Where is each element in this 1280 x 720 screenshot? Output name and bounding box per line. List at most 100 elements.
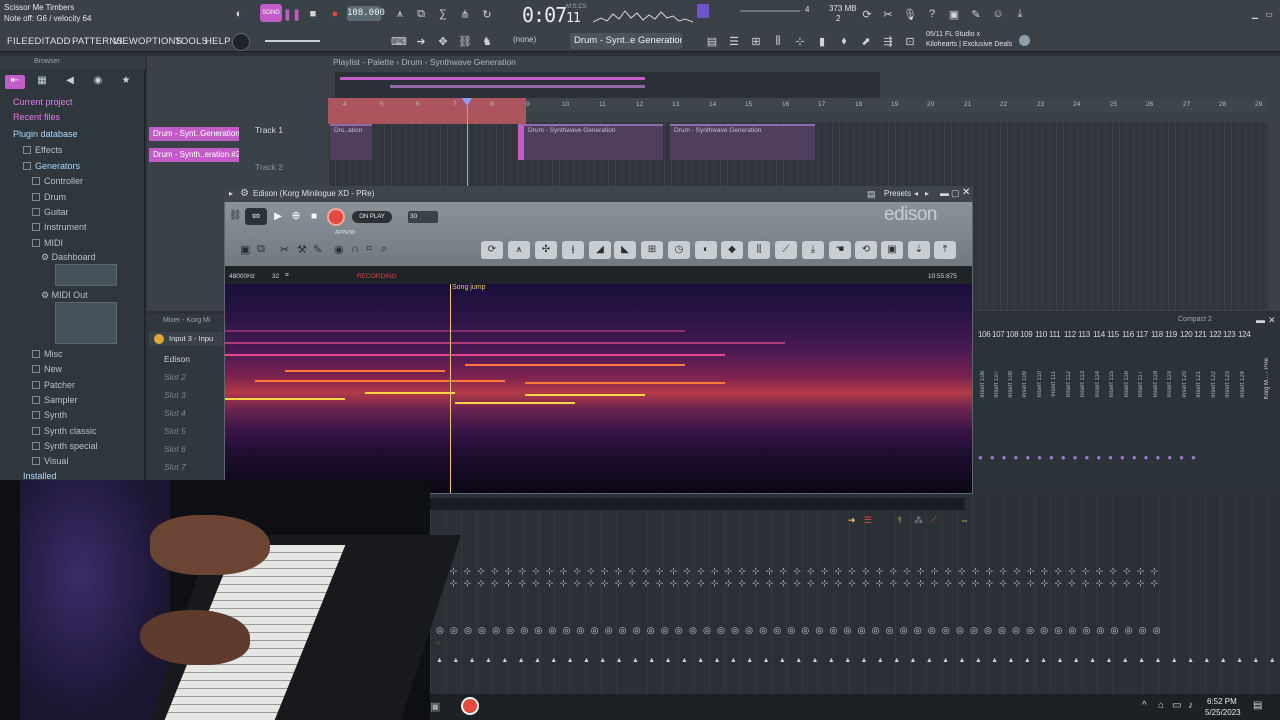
insert-number[interactable]: 119 (1165, 330, 1177, 339)
gear-icon[interactable]: ⚙ (240, 188, 249, 199)
browser-files-icon[interactable]: ▦ (34, 75, 50, 89)
blend-notes-icon[interactable]: ⋔ (456, 5, 474, 23)
insert-number[interactable]: 111 (1049, 330, 1061, 339)
pen-icon[interactable]: ⟋ (930, 515, 936, 526)
save-icon[interactable]: ▣ (945, 5, 963, 23)
dashboard-thumbnail[interactable] (55, 264, 117, 286)
record-icon[interactable]: ● (326, 5, 344, 23)
menu-help[interactable]: HELP (205, 36, 231, 47)
save-icon[interactable]: ▣ (240, 243, 250, 256)
mixer-route-arrows[interactable]: ▲▲▲▲▲▲▲▲▲▲▲▲▲▲▲▲▲▲▲▲▲▲▲▲▲▲▲▲▲▲▲▲▲▲▲▲▲▲▲▲… (436, 657, 1280, 664)
scrub-icon[interactable]: ⊕ (288, 208, 304, 225)
arrow-right-icon[interactable]: ➜ (848, 515, 856, 526)
insert-number[interactable]: 117 (1136, 330, 1148, 339)
mixer-slot-5[interactable]: Slot 5 (164, 426, 186, 436)
browser-item-generators[interactable]: Generators (23, 161, 80, 171)
snap-icon[interactable]: ♞ (478, 32, 496, 50)
collapse-arrow-icon[interactable]: ▸ (229, 189, 233, 198)
metronome-icon[interactable]: ◐ (230, 5, 248, 23)
browser-item-effects[interactable]: Effects (23, 145, 62, 155)
record-length-field[interactable]: 30 (408, 211, 438, 223)
main-volume-knob[interactable] (232, 33, 250, 51)
browser-item-midi-out[interactable]: ⚙ MIDI Out (41, 290, 88, 301)
cart-icon[interactable]: ⊡ (901, 32, 919, 50)
send-icon[interactable]: ⇣ (908, 241, 930, 259)
presets-list-icon[interactable]: ▤ (867, 189, 876, 200)
menu-tools[interactable]: TOOLS (175, 36, 208, 47)
fade-in-icon[interactable]: ◢ (589, 241, 611, 259)
insert-number[interactable]: 114 (1093, 330, 1105, 339)
spectrogram[interactable] (225, 284, 972, 493)
mixer-route-dots[interactable]: ●●●●●●●●●●●●●●●●●●● (978, 453, 1203, 462)
swap-icon[interactable]: ⇔ (960, 515, 969, 525)
close-icon[interactable]: ✕ (1268, 315, 1276, 326)
track-1-label[interactable]: Track 1 (255, 125, 283, 135)
append-toggle[interactable]: APPEND (335, 230, 356, 236)
menu-add[interactable]: ADD (50, 36, 71, 47)
drop-icon[interactable]: ◆ (721, 241, 743, 259)
mixer-slot-7[interactable]: Slot 7 (164, 462, 186, 472)
typing-keyboard-icon[interactable]: ⧉ (412, 5, 430, 23)
browser-item-sampler[interactable]: Sampler (32, 395, 78, 405)
pencil-icon[interactable]: ✎ (313, 243, 322, 256)
minimize-icon[interactable]: ▬ (1256, 315, 1265, 325)
master-volume-slider[interactable] (740, 10, 800, 12)
pin-icon[interactable]: ⫯ (898, 515, 902, 526)
maximize-icon[interactable]: ▢ (951, 188, 960, 199)
routing-icon[interactable]: ☰ (864, 515, 872, 526)
volume-icon[interactable]: ♪ (1188, 700, 1193, 711)
copy-icon[interactable]: ⧉ (257, 243, 265, 256)
clock-icon[interactable]: ◷ (668, 241, 690, 259)
browser-item-plugin-database[interactable]: Plugin database (13, 129, 78, 139)
tuner-icon[interactable]: ⬧ (835, 32, 853, 50)
stamp-icon[interactable]: ✥ (434, 32, 452, 50)
browser-plugin-icon[interactable]: ◉ (90, 75, 106, 89)
mixer-slot-1[interactable]: Edison (164, 354, 190, 364)
mixer-scrollbar[interactable] (430, 498, 965, 510)
pattern-mode-icon[interactable]: ⩚ (391, 5, 409, 23)
preset-prev-icon[interactable]: ◂ (914, 189, 918, 198)
tempo-display[interactable]: 108.000 (347, 6, 385, 21)
fl-studio-taskbar-icon[interactable] (461, 697, 479, 715)
browser-item-new[interactable]: New (32, 364, 62, 374)
link-icon[interactable]: ⛓ (456, 32, 474, 50)
chevron-up-icon[interactable]: ^ (1142, 700, 1147, 711)
notifications-icon[interactable]: ▤ (1253, 700, 1262, 711)
browser-item-midi[interactable]: MIDI (32, 238, 63, 248)
play-icon[interactable]: ▶ (270, 208, 286, 225)
display-icon[interactable]: ▭ (1172, 700, 1181, 711)
browser-item-controller[interactable]: Controller (32, 176, 83, 186)
eye-icon[interactable]: ◉ (334, 243, 344, 256)
presets-button[interactable]: Presets (884, 189, 911, 198)
news-subline[interactable]: Kilohearts | Exclusive Deals (926, 41, 1012, 48)
chat-icon[interactable]: ☺ (989, 5, 1007, 23)
split-icon[interactable]: ⫲ (562, 241, 584, 259)
normalize-icon[interactable]: ⩚ (508, 241, 530, 259)
zoom-icon[interactable]: ⌕ (381, 243, 387, 256)
loop-range[interactable] (328, 98, 526, 124)
insert-number[interactable]: 121 (1194, 330, 1207, 339)
hand-icon[interactable]: ☚ (829, 241, 851, 259)
browser-item-synth-classic[interactable]: Synth classic (32, 426, 97, 436)
brush-icon[interactable]: ⟋ (775, 241, 797, 259)
mixer-pan-row[interactable]: ⊹⊹⊹⊹⊹⊹⊹⊹⊹⊹⊹⊹⊹⊹⊹⊹⊹⊹⊹⊹⊹⊹⊹⊹⊹⊹⊹⊹⊹⊹⊹⊹⊹⊹⊹⊹⊹⊹⊹⊹… (436, 578, 1164, 589)
remote-icon[interactable]: ⇶ (879, 32, 897, 50)
arrow-icon[interactable]: ➜ (412, 32, 430, 50)
pattern-selector[interactable]: (none) (513, 35, 536, 44)
song-jump-marker[interactable]: Song jump (452, 284, 485, 291)
mixer-icon[interactable]: ⫼ (769, 32, 787, 50)
record-mode-selector[interactable]: ON PLAY (352, 211, 392, 223)
insert-number[interactable]: 120 (1180, 330, 1193, 339)
mixer-layout-selector[interactable]: Compact 2 (1178, 316, 1212, 323)
browser-item-misc[interactable]: Misc (32, 349, 63, 359)
insert-number[interactable]: 106 (978, 330, 991, 339)
browser-item-current-project[interactable]: Current project (13, 97, 73, 107)
download-icon[interactable]: ⤓ (1011, 5, 1029, 23)
export-icon[interactable]: ⤒ (934, 241, 956, 259)
preset-next-icon[interactable]: ▸ (925, 189, 929, 198)
stop-icon[interactable]: ■ (306, 208, 322, 225)
playlist-clip[interactable]: Dru..ation (330, 124, 372, 160)
insert-number[interactable]: 115 (1107, 330, 1119, 339)
browser-icon[interactable]: ⊹ (791, 32, 809, 50)
menu-view[interactable]: VIEW (113, 36, 138, 47)
